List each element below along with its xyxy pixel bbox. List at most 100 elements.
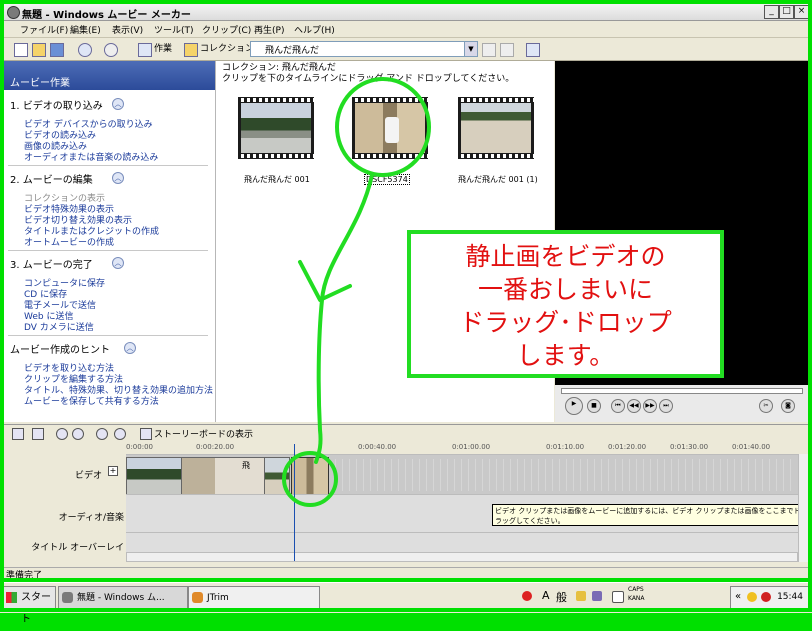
empty-track-area[interactable] [329, 459, 794, 491]
section-edit-title[interactable]: 2. ムービーの編集 [10, 171, 93, 186]
stop-icon[interactable]: ■ [587, 399, 601, 413]
status-text: 準備完了 [6, 571, 43, 578]
kana-indicator: KANA [628, 595, 645, 602]
collection-instruction: クリップを下のタイムラインにドラッグ アンド ドロップしてください。 [222, 74, 515, 84]
link-automovie[interactable]: オートムービーの作成 [24, 235, 114, 248]
close-button[interactable]: × [794, 5, 808, 19]
app-icon [7, 6, 20, 19]
ruler-tick: 0:01:40.00 [732, 443, 771, 451]
ime-mode-a[interactable]: A [542, 589, 550, 602]
open-project-icon[interactable] [32, 43, 46, 57]
section-finish-title[interactable]: 3. ムービーの完了 [10, 256, 93, 271]
taskbar-item-jtrim[interactable]: JTrim [188, 586, 320, 610]
new-collection-icon[interactable] [500, 43, 514, 57]
antivirus-icon[interactable] [761, 592, 771, 602]
play-timeline-icon[interactable] [114, 428, 126, 440]
system-tray: « 15:44 [730, 586, 810, 610]
timeline-horizontal-scrollbar[interactable] [126, 552, 798, 562]
previous-frame-icon[interactable]: ⏮ [611, 399, 625, 413]
collection-header: コレクション: 飛んだ飛んだ クリップを下のタイムラインにドラッグ アンド ドロ… [222, 63, 514, 85]
ime-mode-general[interactable]: 般 [556, 589, 567, 605]
zoom-out-icon[interactable] [72, 428, 84, 440]
clip-thumbnail[interactable] [458, 97, 534, 159]
annotation-line: 静止画をビデオの [465, 242, 666, 271]
forward-icon[interactable]: ▶▶ [643, 399, 657, 413]
clip-thumbnail[interactable] [238, 97, 314, 159]
section-tips-title[interactable]: ムービー作成のヒント [10, 341, 110, 356]
maximize-button[interactable]: □ [779, 5, 794, 19]
title-overlay-track-label: タイトル オーバーレイ [31, 543, 124, 553]
timeline-clip[interactable] [126, 457, 182, 495]
collections-button[interactable]: コレクション [198, 41, 256, 57]
collapse-icon[interactable]: ︿ [112, 172, 124, 184]
collection-select[interactable]: 飛んだ飛んだ ▼ [250, 41, 478, 57]
start-button[interactable]: スタート [2, 586, 56, 625]
view-options-icon[interactable] [526, 43, 540, 57]
zoom-in-icon[interactable] [56, 428, 68, 440]
collapse-icon[interactable]: ︿ [124, 342, 136, 354]
menu-play[interactable]: 再生(P) [254, 23, 284, 36]
menu-view[interactable]: 表示(V) [112, 23, 143, 36]
ruler-tick: 0:01:30.00 [670, 443, 709, 451]
save-project-icon[interactable] [50, 43, 64, 57]
annotation-line: 一番おしまいに [477, 275, 653, 304]
split-clip-icon[interactable]: ✂ [759, 399, 773, 413]
timeline-options-icon[interactable] [12, 428, 24, 440]
seek-bar[interactable] [561, 388, 803, 394]
play-icon[interactable]: ▶ [565, 397, 583, 415]
menu-clip[interactable]: クリップ(C) [202, 23, 251, 36]
toolbar: 作業 コレクション 飛んだ飛んだ ▼ [4, 38, 808, 61]
link-tip-share[interactable]: ムービーを保存して共有する方法 [24, 394, 159, 407]
taskbar-item-moviemaker[interactable]: 無題 - Windows ム... [58, 586, 188, 610]
help-icon[interactable] [612, 591, 624, 603]
ime-dictionary-icon[interactable] [576, 591, 586, 601]
collections-icon[interactable] [184, 43, 198, 57]
set-audio-icon[interactable] [32, 428, 44, 440]
taskbar: スタート 無題 - Windows ム... JTrim A 般 CAPS KA… [0, 582, 812, 625]
menu-help[interactable]: ヘルプ(H) [294, 23, 335, 36]
minimize-button[interactable]: _ [764, 5, 779, 19]
collapse-icon[interactable]: ︿ [112, 257, 124, 269]
link-import-audio[interactable]: オーディオまたは音楽の読み込み [24, 150, 158, 163]
collection-select-value: 飛んだ飛んだ [265, 46, 320, 56]
timeline-ruler[interactable]: 0:00:00 0:00:20.00 0:00:40.00 0:01:00.00… [126, 442, 808, 454]
clock: 15:44 [777, 592, 803, 602]
video-track[interactable]: 飛 [126, 454, 798, 495]
annotation-line: します。 [516, 341, 615, 370]
undo-icon[interactable] [78, 43, 92, 57]
tasks-icon[interactable] [138, 43, 152, 57]
collection-title: コレクション: 飛んだ飛んだ [222, 63, 336, 73]
storyboard-icon[interactable] [140, 428, 152, 440]
next-frame-icon[interactable]: ⏭ [659, 399, 673, 413]
timeline-clip-dropped[interactable] [291, 457, 329, 495]
show-storyboard-button[interactable]: ストーリーボードの表示 [154, 427, 253, 440]
security-shield-icon[interactable] [747, 592, 757, 602]
menu-tools[interactable]: ツール(T) [154, 23, 194, 36]
timeline-clip[interactable] [264, 457, 290, 495]
rewind-icon[interactable]: ◀◀ [627, 399, 641, 413]
timeline-clip[interactable]: 飛 [181, 457, 265, 495]
tasks-button[interactable]: 作業 [152, 41, 174, 57]
link-send-dv[interactable]: DV カメラに送信 [24, 320, 94, 333]
divider [8, 250, 208, 251]
section-capture-title[interactable]: 1. ビデオの取り込み [10, 97, 103, 112]
menu-file[interactable]: ファイル(F) [20, 23, 68, 36]
rewind-timeline-icon[interactable] [96, 428, 108, 440]
menu-edit[interactable]: 編集(E) [70, 23, 101, 36]
clip-thumbnail-selected[interactable] [352, 97, 428, 159]
ime-tool-icon[interactable] [592, 591, 602, 601]
tray-expand-icon[interactable]: « [735, 591, 741, 602]
snapshot-icon[interactable]: ◙ [781, 399, 795, 413]
timeline-toolbar: ストーリーボードの表示 [4, 424, 808, 441]
expand-icon[interactable]: + [108, 466, 118, 476]
timeline-vertical-scrollbar[interactable] [798, 454, 808, 562]
up-folder-icon[interactable] [482, 43, 496, 57]
redo-icon[interactable] [104, 43, 118, 57]
new-project-icon[interactable] [14, 43, 28, 57]
ime-icon[interactable] [522, 591, 532, 601]
chevron-down-icon[interactable]: ▼ [464, 42, 477, 56]
movie-tasks-pane: ムービー作業 1. ビデオの取り込み ︿ ビデオ デバイスからの取り込み ビデオ… [4, 61, 216, 422]
playhead[interactable] [294, 444, 295, 561]
collapse-icon[interactable]: ︿ [112, 98, 124, 110]
title-overlay-track[interactable] [126, 532, 798, 553]
